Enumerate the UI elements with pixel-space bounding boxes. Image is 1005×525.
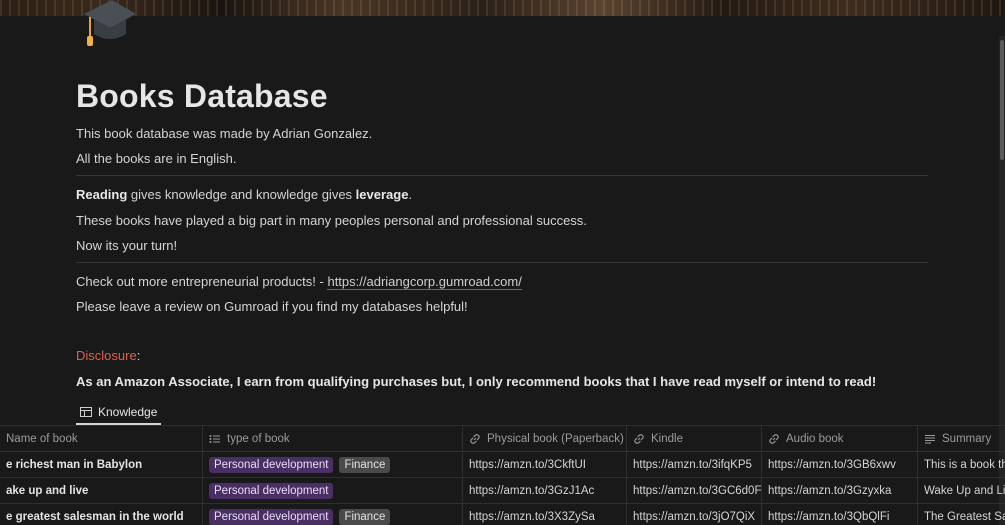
gumroad-link[interactable]: https://adriangcorp.gumroad.com/ <box>327 274 522 290</box>
reading-bold: Reading <box>76 187 128 202</box>
notion-page: Books Database This book database was ma… <box>0 0 1005 525</box>
intro-line-author[interactable]: This book database was made by Adrian Go… <box>76 126 372 141</box>
column-header-audio[interactable]: Audio book <box>762 426 918 452</box>
check-out-prefix: Check out more entrepreneurial products!… <box>76 274 328 289</box>
cover-image[interactable] <box>0 0 1005 16</box>
kindle-link-cell[interactable]: https://amzn.to/3GC6d0F <box>627 478 762 504</box>
column-label: type of book <box>227 433 290 445</box>
text-lines-icon <box>924 433 936 445</box>
book-name-cell[interactable]: e richest man in Babylon <box>0 452 203 478</box>
column-header-summary[interactable]: Summary <box>918 426 1005 452</box>
turn-line[interactable]: Now its your turn! <box>76 238 177 253</box>
column-label: Name of book <box>6 433 78 445</box>
column-label: Audio book <box>786 433 844 445</box>
column-header-type[interactable]: type of book <box>203 426 463 452</box>
kindle-link-cell[interactable]: https://amzn.to/3jO7QiX <box>627 504 762 525</box>
audio-link-cell[interactable]: https://amzn.to/3GB6xwv <box>762 452 918 478</box>
scrollbar-thumb[interactable] <box>1000 40 1004 160</box>
link-icon <box>768 433 780 445</box>
tag-personal-development: Personal development <box>209 483 334 499</box>
link-icon <box>633 433 645 445</box>
divider <box>76 262 928 263</box>
tab-label: Knowledge <box>98 405 158 419</box>
column-label: Summary <box>942 433 992 445</box>
books-table: Name of book type of book Physical book … <box>0 425 1005 525</box>
audio-link-cell[interactable]: https://amzn.to/3QbQlFi <box>762 504 918 525</box>
table-header: Name of book type of book Physical book … <box>0 425 1005 452</box>
disclosure-text[interactable]: As an Amazon Associate, I earn from qual… <box>76 374 876 389</box>
disclosure-heading[interactable]: Disclosure: <box>76 348 140 363</box>
disclosure-label: Disclosure <box>76 348 137 363</box>
audio-link-cell[interactable]: https://amzn.to/3Gzyxka <box>762 478 918 504</box>
column-label: Kindle <box>651 433 683 445</box>
reading-line[interactable]: Reading gives knowledge and knowledge gi… <box>76 187 412 202</box>
reading-mid: gives knowledge and knowledge gives <box>127 187 356 202</box>
paperback-link-cell[interactable]: https://amzn.to/3CkftUI <box>463 452 627 478</box>
kindle-link-cell[interactable]: https://amzn.to/3ifqKP5 <box>627 452 762 478</box>
book-name-cell[interactable]: ake up and live <box>0 478 203 504</box>
type-cell[interactable]: Personal development Finance <box>203 452 463 478</box>
review-line[interactable]: Please leave a review on Gumroad if you … <box>76 299 468 314</box>
check-out-line[interactable]: Check out more entrepreneurial products!… <box>76 274 522 290</box>
tag-finance: Finance <box>339 509 391 525</box>
list-icon <box>209 433 221 445</box>
disclosure-colon: : <box>136 348 141 363</box>
link-icon <box>469 433 481 445</box>
tag-personal-development: Personal development <box>209 457 334 473</box>
page-title[interactable]: Books Database <box>76 78 328 115</box>
leverage-bold: leverage <box>355 187 409 202</box>
column-label: Physical book (Paperback) <box>487 433 624 445</box>
tag-personal-development: Personal development <box>209 509 334 525</box>
column-header-paperback[interactable]: Physical book (Paperback) <box>463 426 627 452</box>
column-header-name[interactable]: Name of book <box>0 426 203 452</box>
type-cell[interactable]: Personal development <box>203 478 463 504</box>
book-name-cell[interactable]: e greatest salesman in the world <box>0 504 203 525</box>
tab-knowledge[interactable]: Knowledge <box>76 401 162 425</box>
column-header-kindle[interactable]: Kindle <box>627 426 762 452</box>
intro-line-language[interactable]: All the books are in English. <box>76 151 236 166</box>
success-line[interactable]: These books have played a big part in ma… <box>76 213 587 228</box>
type-cell[interactable]: Personal development Finance <box>203 504 463 525</box>
summary-cell[interactable]: This is a book th <box>918 452 1005 478</box>
summary-cell[interactable]: Wake Up and Liv <box>918 478 1005 504</box>
paperback-link-cell[interactable]: https://amzn.to/3GzJ1Ac <box>463 478 627 504</box>
table-row[interactable]: e greatest salesman in the world Persona… <box>0 503 1005 525</box>
table-icon <box>80 406 92 418</box>
graduation-cap-icon[interactable] <box>80 0 136 50</box>
tag-finance: Finance <box>339 457 391 473</box>
cover-texture <box>0 0 1005 16</box>
table-row[interactable]: e richest man in Babylon Personal develo… <box>0 451 1005 478</box>
paperback-link-cell[interactable]: https://amzn.to/3X3ZySa <box>463 504 627 525</box>
divider <box>76 175 928 176</box>
table-row[interactable]: ake up and live Personal development htt… <box>0 477 1005 504</box>
summary-cell[interactable]: The Greatest Sal <box>918 504 1005 525</box>
reading-end: . <box>408 187 413 202</box>
